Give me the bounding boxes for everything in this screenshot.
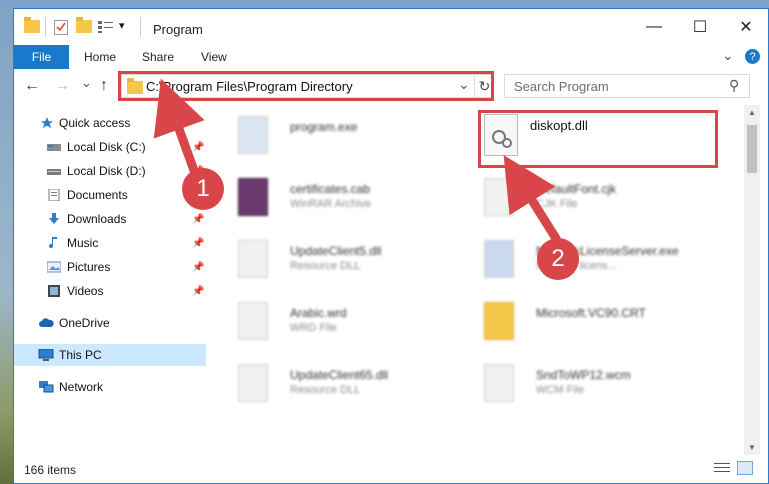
sidebar-item-documents[interactable]: Documents 📌: [14, 184, 206, 206]
sidebar-item-music[interactable]: Music 📌: [14, 232, 206, 254]
divider: [45, 17, 46, 37]
maximize-button[interactable]: ☐: [677, 9, 723, 45]
minimize-button[interactable]: —: [631, 9, 677, 45]
sidebar-item-local-disk-c[interactable]: Local Disk (C:) 📌: [14, 136, 206, 158]
properties-icon[interactable]: [54, 20, 68, 35]
search-placeholder: Search Program: [514, 79, 609, 94]
status-bar: 166 items: [14, 455, 768, 483]
sidebar-item-network[interactable]: Network: [14, 376, 206, 398]
sidebar-item-label: This PC: [59, 348, 102, 362]
sidebar-item-label: Local Disk (C:): [67, 140, 146, 154]
window-title: Program: [153, 22, 203, 37]
sidebar-item-onedrive[interactable]: OneDrive: [14, 312, 206, 334]
documents-icon: [48, 189, 60, 201]
navigation-pane: Quick access Local Disk (C:) 📌 Local Dis…: [14, 106, 206, 456]
sidebar-item-local-disk-d[interactable]: Local Disk (D:) 📌: [14, 160, 206, 182]
pin-icon: 📌: [192, 261, 205, 273]
divider: [140, 17, 141, 37]
recent-locations-button[interactable]: ⌄: [81, 75, 92, 91]
help-icon[interactable]: ?: [745, 49, 760, 64]
scrollbar-thumb[interactable]: [747, 125, 757, 173]
pictures-icon: [47, 261, 61, 273]
tab-home[interactable]: Home: [84, 50, 116, 64]
item-count: 166 items: [24, 463, 77, 477]
tab-view[interactable]: View: [201, 50, 227, 64]
sidebar-item-this-pc[interactable]: This PC: [14, 344, 206, 366]
up-button[interactable]: ↑: [100, 77, 108, 95]
forward-button[interactable]: →: [54, 77, 70, 95]
download-icon: [49, 213, 59, 224]
star-icon: [41, 117, 53, 129]
pin-icon: 📌: [192, 213, 205, 225]
sidebar-item-label: Videos: [67, 284, 104, 298]
sidebar-item-downloads[interactable]: Downloads 📌: [14, 208, 206, 230]
vertical-scrollbar[interactable]: ▲ ▼: [744, 105, 760, 455]
step-2-badge: 2: [537, 238, 579, 280]
pin-icon: 📌: [192, 237, 205, 249]
new-folder-icon[interactable]: [76, 17, 92, 36]
close-button[interactable]: ✕: [723, 9, 768, 45]
music-icon: [49, 237, 57, 248]
cloud-icon: [39, 318, 54, 327]
pin-icon: 📌: [192, 285, 205, 297]
drive-icon: [47, 144, 61, 151]
scroll-down-icon[interactable]: ▼: [748, 443, 756, 452]
search-input[interactable]: Search Program ⚲: [504, 74, 750, 98]
tab-file[interactable]: File: [14, 45, 69, 69]
ribbon: File Home Share View ⌄ ?: [14, 45, 768, 69]
qa-dropdown-icon[interactable]: ▾: [119, 19, 125, 35]
sidebar-item-label: OneDrive: [59, 316, 110, 330]
sidebar-item-label: Documents: [67, 188, 128, 202]
sidebar-item-videos[interactable]: Videos 📌: [14, 280, 206, 302]
customize-icon[interactable]: [98, 20, 114, 36]
scroll-up-icon[interactable]: ▲: [748, 108, 756, 117]
title-bar: ▾ Program — ☐ ✕: [14, 9, 768, 45]
sidebar-item-label: Pictures: [67, 260, 111, 274]
folder-icon[interactable]: [24, 17, 40, 36]
file-highlight: [478, 110, 718, 168]
details-view-icon[interactable]: [714, 462, 730, 474]
sidebar-item-label: Local Disk (D:): [67, 164, 146, 178]
sidebar-item-label: Music: [67, 236, 99, 250]
address-bar-highlight: [118, 71, 494, 101]
sidebar-item-pictures[interactable]: Pictures 📌: [14, 256, 206, 278]
sidebar-item-label: Quick access: [59, 116, 131, 130]
large-icons-view-icon[interactable]: [737, 461, 753, 475]
sidebar-item-quick-access[interactable]: Quick access: [14, 112, 206, 134]
back-button[interactable]: ←: [24, 77, 40, 95]
computer-icon: [38, 349, 54, 361]
ribbon-expand-icon[interactable]: ⌄: [722, 47, 734, 64]
drive-icon: [47, 169, 61, 175]
step-1-badge: 1: [182, 168, 224, 210]
sidebar-item-label: Network: [59, 380, 104, 394]
search-icon[interactable]: ⚲: [729, 77, 739, 94]
sidebar-item-label: Downloads: [67, 212, 127, 226]
tab-share[interactable]: Share: [142, 50, 174, 64]
videos-icon: [48, 285, 60, 297]
pin-icon: 📌: [192, 141, 205, 153]
network-icon: [39, 381, 54, 393]
